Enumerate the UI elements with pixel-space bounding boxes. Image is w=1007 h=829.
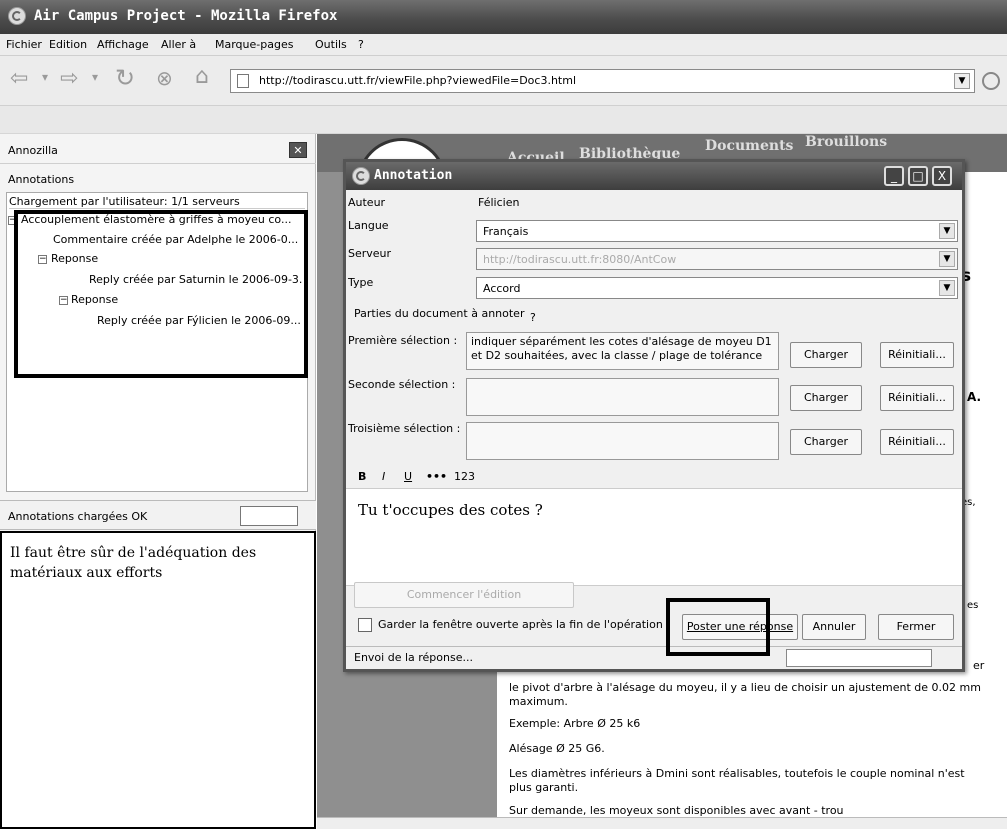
underline-button[interactable]: U (404, 470, 412, 483)
page-paragraph: Exemple: Arbre Ø 25 k6 (509, 717, 641, 730)
selection2-field[interactable] (466, 378, 779, 416)
go-icon[interactable] (982, 72, 1000, 90)
tree-header: Chargement par l'utilisateur: 1/1 serveu… (9, 195, 305, 209)
close-button[interactable]: Fermer (878, 614, 954, 640)
highlight-frame (666, 598, 770, 656)
menu-edition[interactable]: Edition (49, 38, 87, 51)
page-paragraph: le pivot d'arbre à l'alésage du moyeu, i… (509, 681, 981, 708)
firefox-logo-icon (8, 7, 26, 25)
load-button-2[interactable]: Charger (790, 385, 862, 411)
highlight-frame (14, 210, 308, 378)
list-button[interactable]: ••• (426, 470, 447, 483)
chevron-down-icon[interactable]: ▼ (939, 223, 955, 239)
sidebar-header: Annozilla ✕ (0, 134, 316, 164)
sidebar-status-bar: Annotations chargées OK (0, 500, 316, 530)
cancel-button[interactable]: Annuler (802, 614, 866, 640)
selection3-field[interactable] (466, 422, 779, 460)
load-button-3[interactable]: Charger (790, 429, 862, 455)
page-icon (237, 74, 249, 88)
chevron-down-icon[interactable]: ▼ (939, 280, 955, 296)
page-paragraph: Alésage Ø 25 G6. (509, 742, 605, 755)
page-text-fragment: A. (967, 390, 982, 404)
url-dropdown-icon[interactable]: ▼ (954, 73, 970, 89)
reload-icon[interactable]: ↻ (115, 64, 135, 92)
horizontal-scrollbar[interactable] (317, 817, 1007, 829)
reset-button-1[interactable]: Réinitiali... (880, 342, 954, 368)
reply-editor[interactable]: Tu t'occupes des cotes ? (346, 488, 962, 586)
editor-text: Tu t'occupes des cotes ? (358, 501, 543, 519)
selection3-label: Troisième sélection : (348, 422, 461, 435)
home-icon[interactable]: ⌂ (195, 64, 209, 89)
language-label: Langue (348, 219, 389, 232)
numbered-list-button[interactable]: 123 (454, 470, 475, 483)
selection1-label: Première sélection : (348, 334, 458, 347)
navigation-toolbar: ⇦ ▾ ⇨ ▾ ↻ ⊗ ⌂ http://todirascu.utt.fr/vi… (0, 56, 1007, 106)
bold-button[interactable]: B (358, 470, 366, 483)
url-text: http://todirascu.utt.fr/viewFile.php?vie… (259, 74, 576, 87)
stop-icon[interactable]: ⊗ (156, 66, 173, 90)
sidebar-status-text: Annotations chargées OK (8, 510, 148, 523)
reset-button-2[interactable]: Réinitiali... (880, 385, 954, 411)
site-nav-brouillons[interactable]: Brouillons (805, 134, 887, 150)
url-bar[interactable]: http://todirascu.utt.fr/viewFile.php?vie… (230, 69, 975, 93)
back-arrow-icon[interactable]: ⇦ (10, 66, 28, 91)
firefox-logo-icon (352, 167, 370, 185)
selection2-label: Seconde sélection : (348, 378, 456, 391)
selection1-field[interactable]: indiquer séparément les cotes d'alésage … (466, 332, 779, 370)
parts-label: Parties du document à annoter (354, 307, 525, 320)
type-label: Type (348, 276, 374, 289)
annotation-note-text: Il faut être sûr de l'adéquation des mat… (10, 545, 257, 581)
server-value: http://todirascu.utt.fr:8080/AntCow (483, 253, 677, 266)
menu-outils[interactable]: Outils (315, 38, 347, 51)
type-value: Accord (483, 282, 521, 295)
close-icon[interactable]: X (932, 166, 952, 186)
annozilla-sidebar: Annozilla ✕ Annotations Chargement par l… (0, 134, 316, 829)
site-nav-documents[interactable]: Documents (705, 138, 793, 154)
annotations-label: Annotations (8, 173, 75, 186)
dialog-status-text: Envoi de la réponse... (354, 651, 473, 664)
forward-dropdown-icon[interactable]: ▾ (92, 70, 98, 84)
chevron-down-icon[interactable]: ▼ (939, 251, 955, 267)
author-value: Félicien (478, 196, 520, 209)
sidebar-close-icon[interactable]: ✕ (289, 142, 307, 158)
menu-bar: Fichier Edition Affichage Aller à Marque… (0, 34, 1007, 56)
dialog-status-bar: Envoi de la réponse... (346, 646, 962, 669)
bookmarks-toolbar (0, 106, 1007, 134)
window-titlebar: Air Campus Project - Mozilla Firefox (0, 0, 1007, 34)
keep-open-checkbox[interactable] (358, 618, 372, 632)
language-select[interactable]: Français ▼ (476, 220, 958, 242)
back-dropdown-icon[interactable]: ▾ (42, 70, 48, 84)
page-paragraph: Les diamètres inférieurs à Dmini sont ré… (509, 767, 965, 794)
language-value: Français (483, 225, 529, 238)
reset-button-3[interactable]: Réinitiali... (880, 429, 954, 455)
dialog-titlebar[interactable]: Annotation _ □ X (346, 162, 962, 190)
maximize-icon[interactable]: □ (908, 166, 928, 186)
menu-marque-pages[interactable]: Marque-pages (215, 38, 293, 51)
dialog-title: Annotation (374, 168, 453, 183)
server-select[interactable]: http://todirascu.utt.fr:8080/AntCow ▼ (476, 248, 958, 270)
minimize-icon[interactable]: _ (884, 166, 904, 186)
menu-affichage[interactable]: Affichage (97, 38, 149, 51)
window-title: Air Campus Project - Mozilla Firefox (34, 8, 338, 24)
load-button-1[interactable]: Charger (790, 342, 862, 368)
sidebar-title: Annozilla (8, 144, 58, 157)
italic-button[interactable]: I (382, 470, 385, 483)
forward-arrow-icon[interactable]: ⇨ (60, 66, 78, 91)
page-text-fragment: es (967, 600, 979, 611)
menu-aller[interactable]: Aller à (161, 38, 196, 51)
page-text-fragment: er (973, 659, 985, 672)
author-label: Auteur (348, 196, 386, 209)
annotation-content-pane: Il faut être sûr de l'adéquation des mat… (0, 531, 316, 829)
dialog-progress-field (786, 649, 932, 667)
start-editing-button[interactable]: Commencer l'édition (354, 582, 574, 608)
page-paragraph: Sur demande, les moyeux sont disponibles… (509, 804, 844, 817)
progress-field (240, 506, 298, 526)
help-icon[interactable]: ? (530, 311, 536, 324)
keep-open-label: Garder la fenêtre ouverte après la fin d… (378, 618, 663, 631)
annotation-dialog: Annotation _ □ X Auteur Félicien Langue … (343, 159, 965, 672)
type-select[interactable]: Accord ▼ (476, 277, 958, 299)
server-label: Serveur (348, 247, 392, 260)
menu-help[interactable]: ? (358, 38, 364, 51)
menu-fichier[interactable]: Fichier (6, 38, 42, 51)
